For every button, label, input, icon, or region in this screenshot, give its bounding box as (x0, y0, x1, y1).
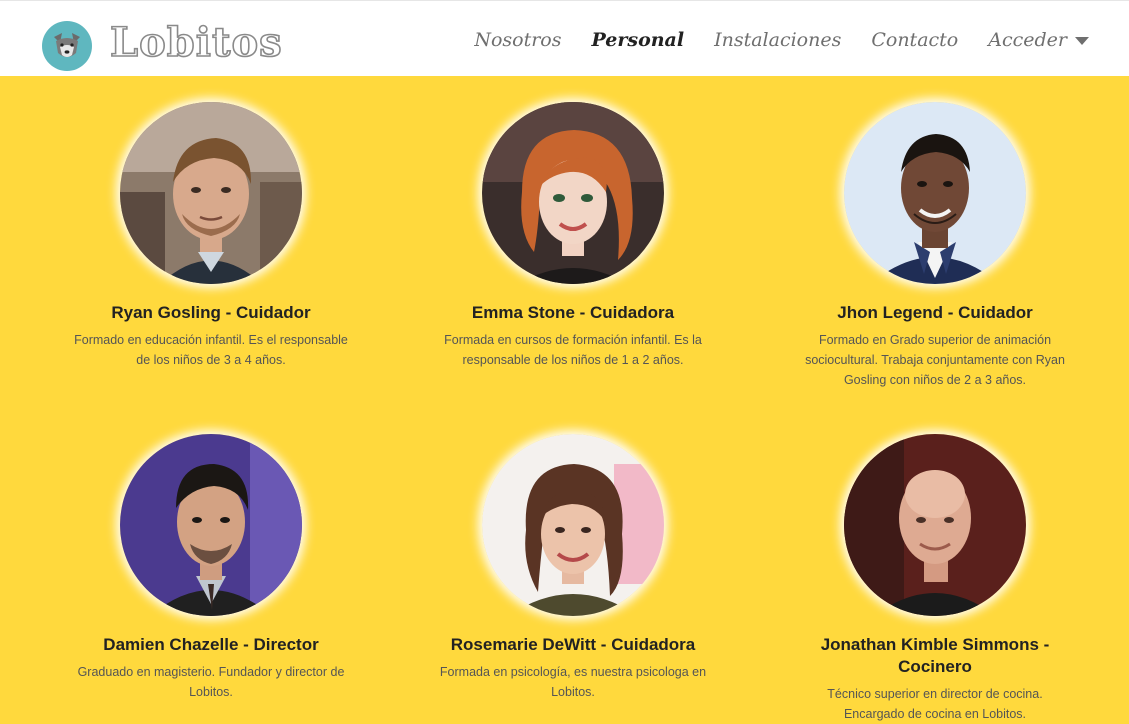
staff-photo (482, 434, 664, 616)
staff-name: Rosemarie DeWitt - Cuidadora (450, 635, 696, 654)
staff-card: Jonathan Kimble Simmons - Cocinero Técni… (785, 434, 1085, 724)
staff-photo (482, 102, 664, 284)
staff-description: Formada en psicología, es nuestra psicol… (439, 665, 707, 699)
staff-name: Ryan Gosling - Cuidador (111, 303, 311, 322)
staff-card: Rosemarie DeWitt - Cuidadora Formada en … (423, 434, 723, 702)
brand-link[interactable]: Lobitos (42, 21, 283, 71)
staff-card: Ryan Gosling - Cuidador Formado en educa… (61, 102, 361, 370)
staff-description: Formada en cursos de formación infantil.… (444, 333, 702, 367)
staff-description: Formado en educación infantil. Es el res… (74, 333, 348, 367)
staff-description: Formado en Grado superior de animación s… (805, 333, 1065, 387)
staff-photo (844, 434, 1026, 616)
staff-photo (120, 434, 302, 616)
nav-item-acceder-label: Acceder (988, 29, 1067, 51)
caret-down-icon (1075, 37, 1089, 45)
staff-name: Emma Stone - Cuidadora (471, 303, 675, 322)
nav-menu: Nosotros Personal Instalaciones Contacto… (474, 29, 1089, 51)
staff-name: Damien Chazelle - Director (103, 635, 319, 654)
staff-description: Técnico superior en director de cocina. … (827, 687, 1043, 721)
staff-card: Jhon Legend - Cuidador Formado en Grado … (785, 102, 1085, 390)
staff-description: Graduado en magisterio. Fundador y direc… (77, 665, 345, 699)
wolf-icon (42, 21, 92, 71)
staff-photo (844, 102, 1026, 284)
staff-grid: Ryan Gosling - Cuidador Formado en educa… (0, 76, 1129, 722)
nav-item-instalaciones[interactable]: Instalaciones (714, 29, 841, 51)
brand-name: Lobitos (109, 19, 283, 66)
staff-card: Damien Chazelle - Director Graduado en m… (61, 434, 361, 702)
staff-name: Jhon Legend - Cuidador (837, 303, 1033, 322)
navbar: Lobitos Nosotros Personal Instalaciones … (0, 0, 1129, 76)
staff-name: Jonathan Kimble Simmons - Cocinero (820, 635, 1050, 676)
staff-photo (120, 102, 302, 284)
nav-item-contacto[interactable]: Contacto (871, 29, 958, 51)
nav-item-acceder[interactable]: Acceder (988, 29, 1089, 51)
nav-item-nosotros[interactable]: Nosotros (474, 29, 561, 51)
nav-item-personal[interactable]: Personal (592, 29, 685, 51)
staff-card: Emma Stone - Cuidadora Formada en cursos… (423, 102, 723, 370)
